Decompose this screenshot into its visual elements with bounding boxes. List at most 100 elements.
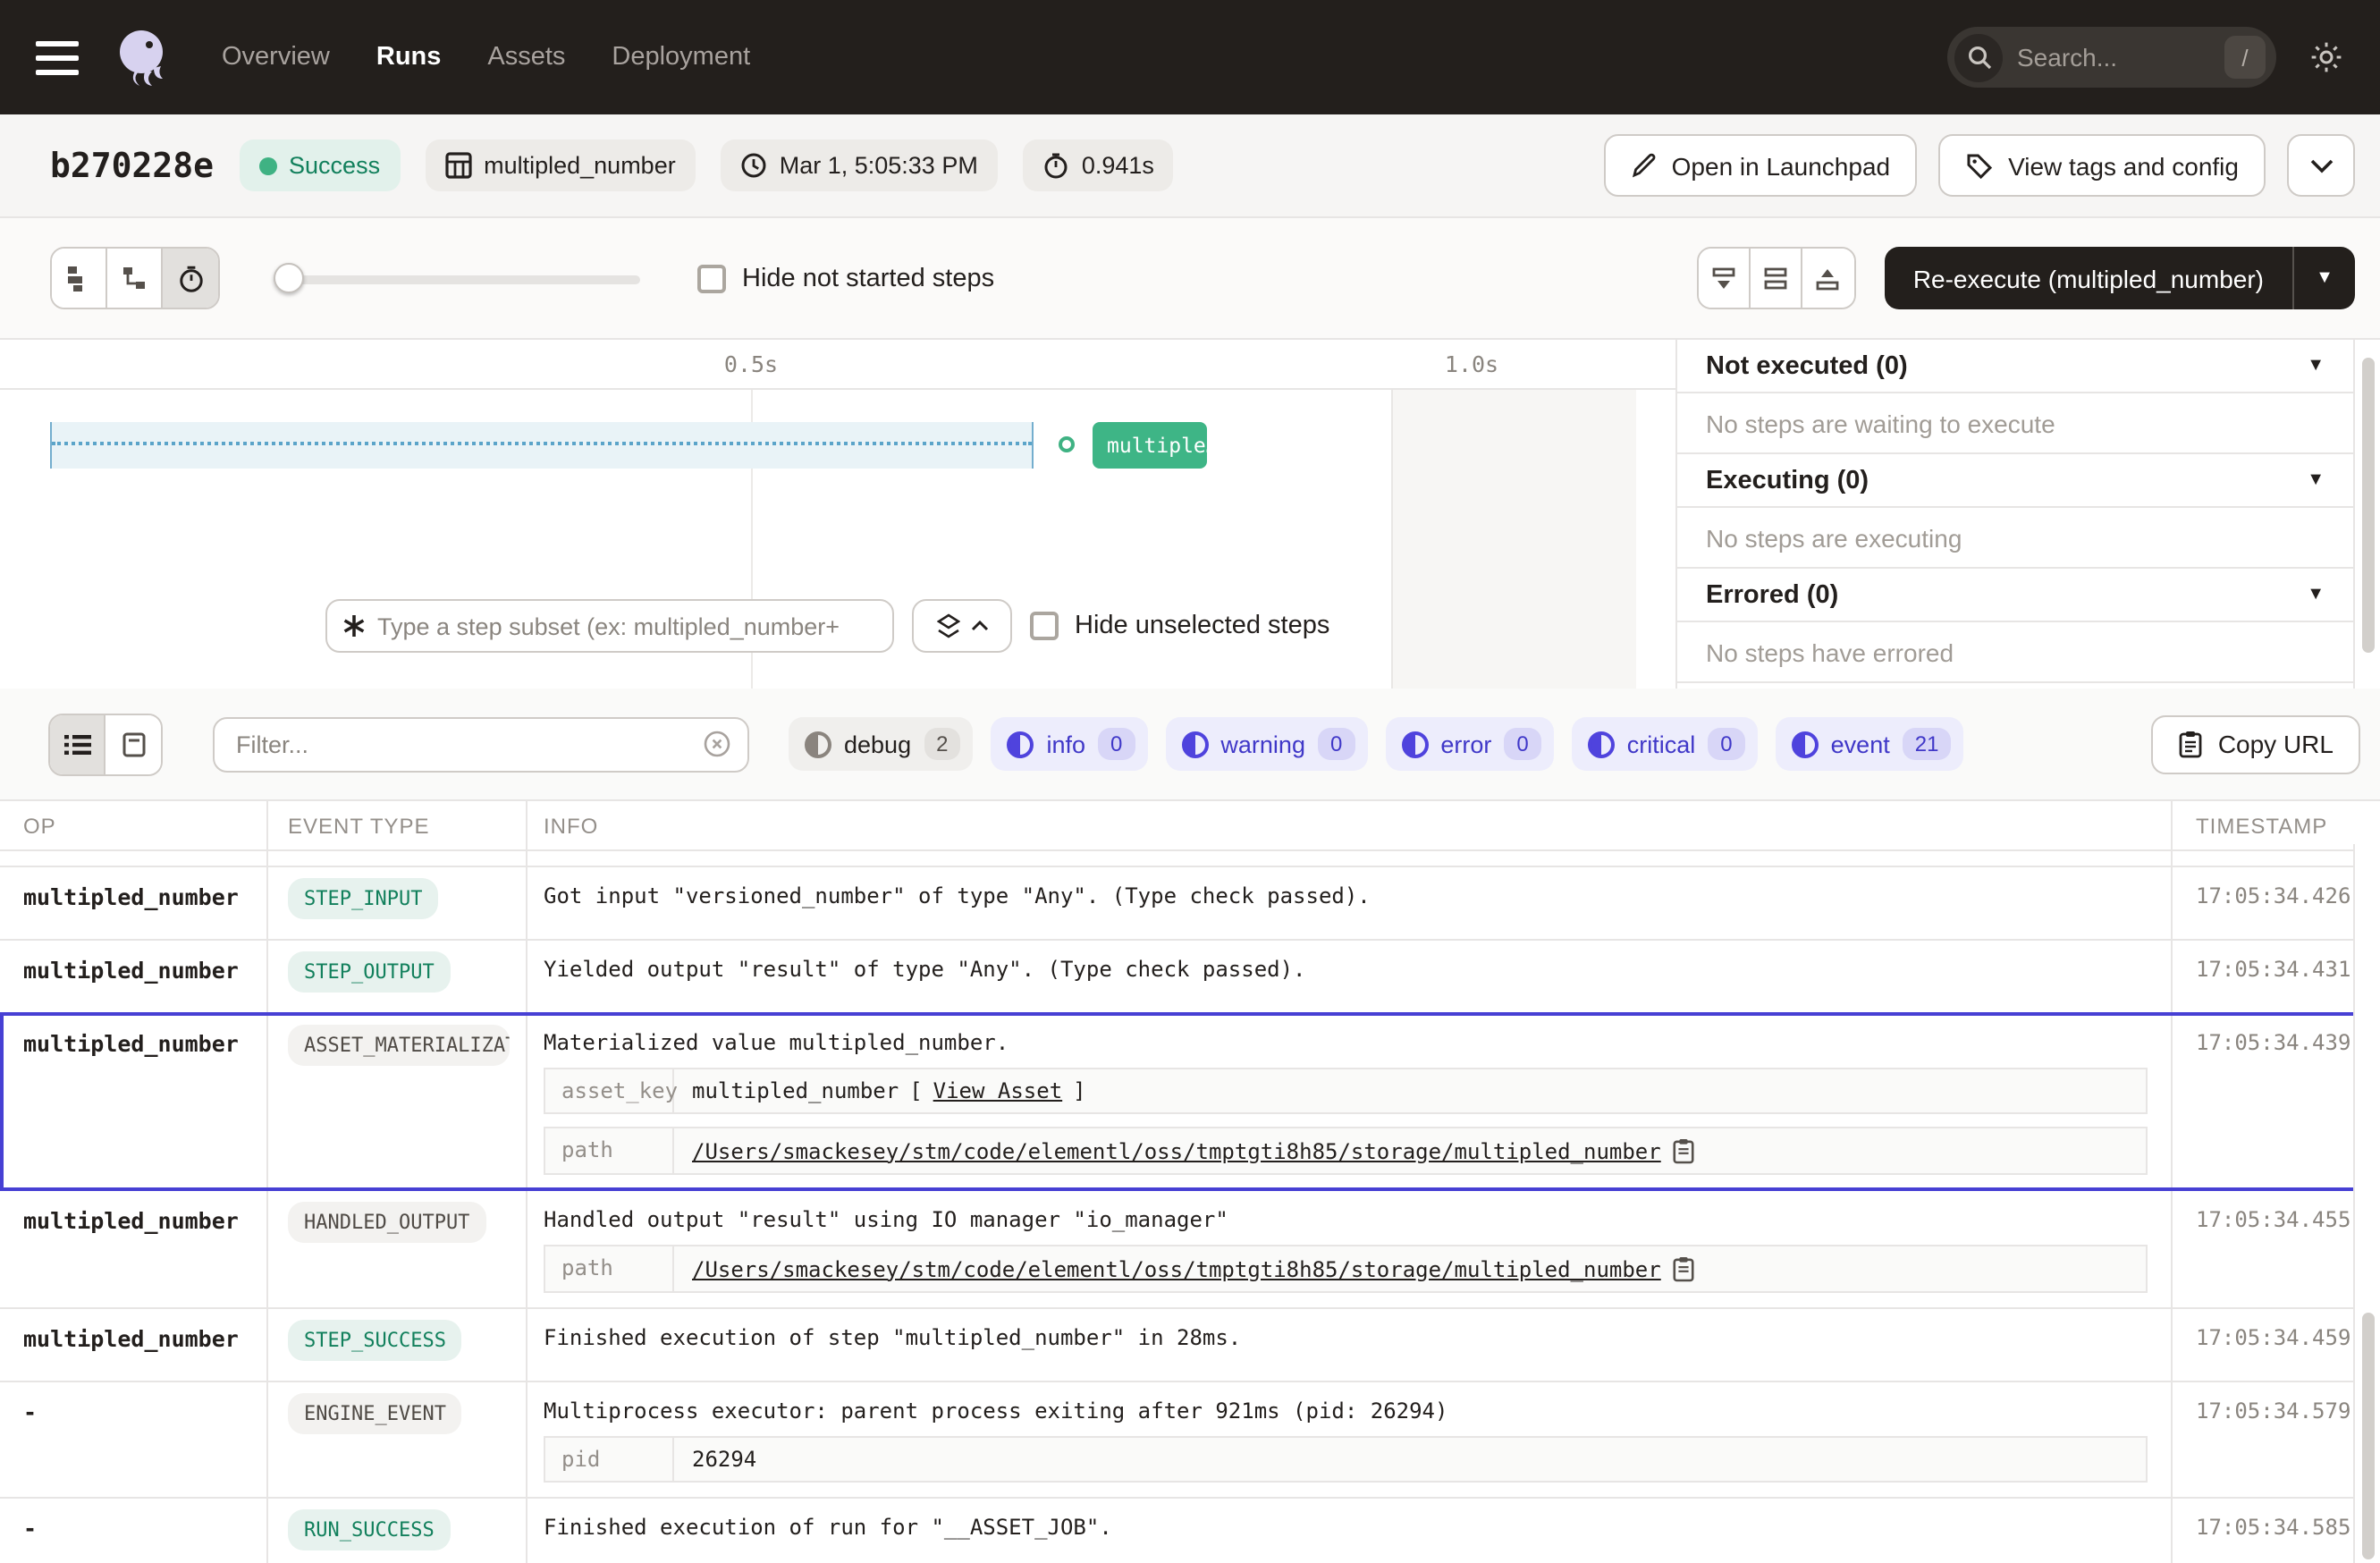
copy-url-button[interactable]: Copy URL (2152, 714, 2360, 773)
metadata-entry: pid26294 (544, 1436, 2148, 1483)
log-info-text: Got input "versioned_number" of type "An… (544, 883, 2148, 908)
log-row[interactable]: multipled_number STEP_OUTPUT Yielded out… (0, 941, 2380, 1014)
log-row[interactable]: multipled_number STEP_INPUT Got input "v… (0, 867, 2380, 941)
nav-link-deployment[interactable]: Deployment (612, 43, 750, 72)
level-count-badge: 0 (1318, 728, 1355, 760)
graph-query-toggle-button[interactable] (912, 599, 1012, 653)
run-header: b270228e Success multipled_number Mar 1,… (0, 114, 2380, 218)
level-toggle-critical[interactable]: critical0 (1572, 717, 1758, 771)
clipboard-icon (2179, 730, 2204, 758)
timeline-tick: 0.5s (724, 351, 778, 377)
log-filter-input[interactable]: Filter... (213, 716, 749, 772)
panel-scrollbar-thumb[interactable] (2362, 358, 2375, 653)
toggle-switch-icon (1401, 731, 1428, 757)
level-count-badge: 21 (1903, 728, 1952, 760)
gantt-timeline: 0.5s 1.0s (0, 340, 1675, 390)
gantt-step-box[interactable]: multiple… (1093, 422, 1207, 469)
tag-icon (1965, 151, 1994, 180)
path-link[interactable]: /Users/smackesey/stm/code/elementl/oss/t… (692, 1138, 1661, 1163)
collapse-down-icon[interactable] (1699, 249, 1751, 308)
split-view-icon[interactable] (1751, 249, 1802, 308)
log-info-text: Handled output "result" using IO manager… (544, 1207, 2148, 1232)
nav-link-runs[interactable]: Runs (376, 43, 442, 72)
column-header-timestamp: TIMESTAMP (2173, 801, 2353, 849)
nav-link-assets[interactable]: Assets (487, 43, 565, 72)
log-scrollbar-thumb[interactable] (2362, 1313, 2375, 1559)
clear-filter-icon[interactable] (703, 730, 731, 758)
view-timed-icon[interactable] (163, 249, 218, 308)
log-row[interactable]: multipled_number STEP_SUCCESS Finished e… (0, 1309, 2380, 1382)
metadata-key: path (545, 1128, 674, 1173)
expand-up-icon[interactable] (1802, 249, 1854, 308)
status-section-empty-text: No steps are executing (1677, 508, 2353, 569)
event-type-badge: STEP_INPUT (288, 878, 438, 919)
metadata-value: 26294 (674, 1438, 774, 1481)
status-section-empty-text: No steps are waiting to execute (1677, 393, 2353, 454)
hide-not-started-checkbox[interactable]: Hide not started steps (697, 264, 994, 292)
copy-path-icon[interactable] (1672, 1137, 1695, 1164)
job-tag[interactable]: multipled_number (425, 139, 696, 191)
log-op: multipled_number (0, 1191, 268, 1307)
metadata-entry: path/Users/smackesey/stm/code/elementl/o… (544, 1127, 2148, 1175)
log-timestamp: 17:05:34.431 (2173, 941, 2353, 1012)
level-toggle-warning[interactable]: warning0 (1165, 717, 1367, 771)
level-toggle-info[interactable]: info0 (991, 717, 1147, 771)
status-section-header[interactable]: Executing (0)▼ (1677, 454, 2353, 508)
log-row[interactable]: multipled_number HANDLED_OUTPUT Handled … (0, 1191, 2380, 1309)
metadata-entry: asset_keymultipled_number [View Asset] (544, 1068, 2148, 1114)
view-flat-icon[interactable] (52, 249, 107, 308)
hamburger-menu-icon[interactable] (36, 40, 79, 74)
step-subset-input[interactable]: Type a step subset (ex: multipled_number… (325, 599, 894, 653)
caret-down-icon: ▼ (2307, 470, 2325, 490)
search-input[interactable]: Search... / (1947, 27, 2276, 88)
toggle-switch-icon (1181, 731, 1208, 757)
stopwatch-icon (1042, 152, 1069, 179)
status-section-header[interactable]: Not executed (0)▼ (1677, 340, 2353, 393)
log-timestamp: 17:05:34.579 (2173, 1382, 2353, 1497)
log-info-text: Multiprocess executor: parent process ex… (544, 1398, 2148, 1424)
zoom-slider[interactable] (274, 263, 640, 293)
reexecute-dropdown-button[interactable]: ▼ (2294, 268, 2355, 288)
level-toggle-event[interactable]: event21 (1776, 717, 1964, 771)
log-info-text: Materialized value multipled_number. (544, 1030, 2148, 1055)
log-timestamp: 17:05:34.455 (2173, 1191, 2353, 1307)
copy-path-icon[interactable] (1672, 1255, 1695, 1282)
hide-unselected-checkbox[interactable]: Hide unselected steps (1030, 612, 1329, 640)
step-subset-placeholder: Type a step subset (ex: multipled_number… (377, 613, 840, 639)
log-scrollbar[interactable] (2353, 844, 2380, 1563)
run-actions-dropdown-button[interactable] (2287, 134, 2355, 197)
log-view-mode-group (48, 713, 163, 775)
reexecute-split-button: Re-execute (multipled_number) ▼ (1885, 247, 2355, 309)
log-row[interactable]: - RUN_SUCCESS Finished execution of run … (0, 1499, 2380, 1563)
log-timestamp: 17:05:34.439 (2173, 1014, 2353, 1189)
log-row[interactable]: multipled_number ASSET_MATERIALIZAT… Mat… (0, 1014, 2380, 1191)
metadata-entry: path/Users/smackesey/stm/code/elementl/o… (544, 1245, 2148, 1293)
gear-icon[interactable] (2308, 39, 2344, 75)
log-list-view-icon[interactable] (50, 714, 105, 773)
log-op: multipled_number (0, 867, 268, 939)
level-count-badge: 0 (1098, 728, 1135, 760)
log-timestamp: 17:05:34.459 (2173, 1309, 2353, 1381)
nav-link-overview[interactable]: Overview (222, 43, 330, 72)
log-op: - (0, 1499, 268, 1563)
path-link[interactable]: /Users/smackesey/stm/code/elementl/oss/t… (692, 1256, 1661, 1281)
zoom-slider-handle[interactable] (274, 263, 304, 293)
toggle-switch-icon (1588, 731, 1615, 757)
log-structured-view-icon[interactable] (105, 714, 161, 773)
log-op: - (0, 1382, 268, 1497)
view-asset-link[interactable]: View Asset (933, 1078, 1063, 1103)
status-section-header[interactable]: Errored (0)▼ (1677, 569, 2353, 622)
view-tags-config-button[interactable]: View tags and config (1938, 134, 2266, 197)
log-row[interactable]: - ENGINE_EVENT Multiprocess executor: pa… (0, 1382, 2380, 1499)
level-toggle-error[interactable]: error0 (1385, 717, 1553, 771)
view-waterfall-icon[interactable] (107, 249, 163, 308)
gantt-chart: 0.5s 1.0s multiple… Type a step (0, 340, 1675, 689)
level-toggle-debug[interactable]: debug2 (789, 717, 973, 771)
panel-scrollbar[interactable] (2353, 340, 2380, 689)
reexecute-button[interactable]: Re-execute (multipled_number) (1885, 264, 2292, 292)
nav-links: Overview Runs Assets Deployment (222, 43, 750, 72)
dagster-logo[interactable] (111, 25, 175, 89)
status-section-title: Not executed (0) (1706, 351, 1908, 380)
open-in-launchpad-button[interactable]: Open in Launchpad (1604, 134, 1917, 197)
job-grid-icon (444, 152, 471, 179)
